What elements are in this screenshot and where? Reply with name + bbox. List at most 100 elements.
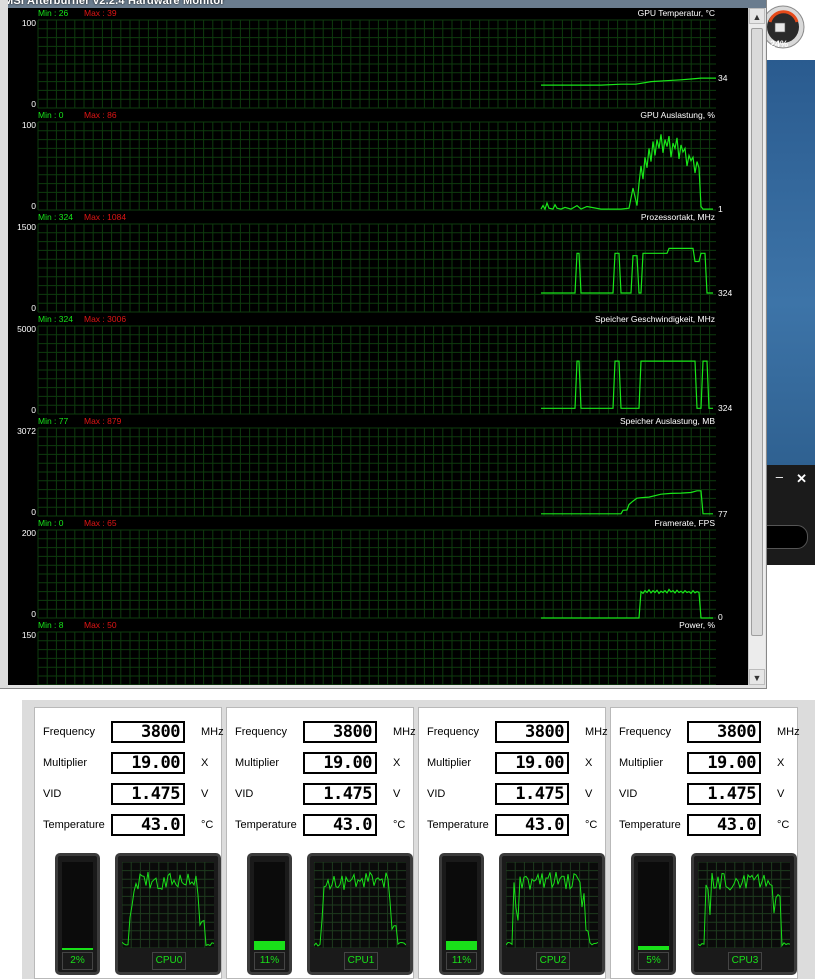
- background-button[interactable]: [766, 525, 808, 549]
- temperature-label: Temperature: [427, 819, 489, 831]
- scale-top-label: 5000: [17, 324, 36, 334]
- load-bar: 2%: [55, 853, 100, 975]
- panel-min-label: Min : 0: [38, 518, 64, 528]
- panel-plot: [37, 19, 716, 109]
- history-plot: [314, 862, 406, 948]
- frequency-label: Frequency: [619, 726, 671, 738]
- cpu-core-widget: Frequency 3800 MHz Multiplier 19.00 X VID 1.475…: [610, 707, 800, 979]
- vid-unit: V: [585, 788, 593, 800]
- scale-bottom-label: 0: [31, 201, 36, 211]
- load-percent: 11%: [254, 952, 285, 970]
- history-plot: [122, 862, 214, 948]
- temperature-value: 43.0: [303, 814, 377, 836]
- multiplier-value: 19.00: [303, 752, 377, 774]
- scrollbar-thumb[interactable]: [751, 28, 763, 636]
- cpu-core-widget: Frequency 3800 MHz Multiplier 19.00 X VID 1.475…: [418, 707, 608, 979]
- current-value-label: 324: [718, 287, 733, 298]
- load-bar: 11%: [439, 853, 484, 975]
- panel-max-label: Max : 879: [84, 416, 122, 426]
- panel-max-label: Max : 65: [84, 518, 117, 528]
- panel-max-label: Max : 86: [84, 110, 117, 120]
- panel-min-label: Min : 324: [38, 314, 73, 324]
- monitor-panel: Min : 0 Max : 65 Framerate, FPS 200 0 0: [8, 518, 748, 622]
- current-value-label: 34: [718, 73, 728, 84]
- scale-top-label: 100: [21, 120, 36, 130]
- frequency-value: 3800: [495, 721, 569, 743]
- panel-title: Framerate, FPS: [654, 518, 715, 528]
- panel-min-label: Min : 26: [38, 8, 69, 18]
- monitor-panel: Min : 77 Max : 879 Speicher Auslastung, MB…: [8, 416, 748, 519]
- vid-unit: V: [201, 788, 209, 800]
- multiplier-value: 19.00: [111, 752, 185, 774]
- load-bar-track: [446, 862, 477, 950]
- cpu-gauge-value: 24%: [769, 39, 788, 49]
- monitor-panel: Min : 8 Max : 50 Power, % 150: [8, 620, 748, 685]
- vid-value: 1.475: [495, 783, 569, 805]
- cpu-core-widget: Frequency 3800 MHz Multiplier 19.00 X VID 1.475…: [34, 707, 224, 979]
- multiplier-label: Multiplier: [235, 757, 280, 769]
- scale-top-label: 150: [21, 630, 36, 640]
- cpu-label: CPU0: [152, 952, 186, 970]
- scroll-down-button[interactable]: ▼: [749, 669, 765, 685]
- vid-label: VID: [235, 788, 254, 800]
- vertical-scrollbar[interactable]: ▲ ▼: [748, 8, 765, 685]
- scale-top-label: 100: [21, 18, 36, 28]
- frequency-label: Frequency: [235, 726, 287, 738]
- load-history-graph: CPU2: [499, 853, 605, 975]
- load-percent: 5%: [638, 952, 669, 970]
- scale-bottom-label: 0: [31, 99, 36, 109]
- afterburner-window: MSI Afterburner v2.2.4 Hardware Monitor …: [0, 0, 767, 689]
- frequency-unit: MHz: [201, 726, 224, 738]
- multiplier-unit: X: [777, 757, 785, 769]
- temperature-unit: °C: [201, 819, 214, 831]
- panel-min-label: Min : 8: [38, 620, 64, 630]
- window-frame: [0, 0, 8, 688]
- load-history-graph: CPU1: [307, 853, 413, 975]
- multiplier-unit: X: [201, 757, 209, 769]
- load-bar: 5%: [631, 853, 676, 975]
- panel-title: GPU Auslastung, %: [640, 110, 715, 120]
- vid-value: 1.475: [111, 783, 185, 805]
- frequency-unit: MHz: [585, 726, 608, 738]
- desktop-background: [766, 60, 815, 465]
- multiplier-label: Multiplier: [43, 757, 88, 769]
- load-history-graph: CPU3: [691, 853, 797, 975]
- close-icon[interactable]: ✕: [796, 471, 807, 487]
- history-plot: [506, 862, 598, 948]
- panel-min-label: Min : 0: [38, 110, 64, 120]
- frequency-unit: MHz: [777, 726, 800, 738]
- monitor-graph-area: Min : 26 Max : 39 GPU Temperatur, °C 100 0 34…: [8, 8, 748, 685]
- temperature-value: 43.0: [687, 814, 761, 836]
- panel-plot: [37, 223, 716, 313]
- scale-bottom-label: 0: [31, 405, 36, 415]
- temperature-label: Temperature: [235, 819, 297, 831]
- monitor-panel: Min : 324 Max : 3006 Speicher Geschwindigk…: [8, 314, 748, 416]
- panel-max-label: Max : 3006: [84, 314, 127, 324]
- scale-bottom-label: 0: [31, 303, 36, 313]
- load-bar-fill: [446, 941, 477, 950]
- scale-top-label: 3072: [17, 426, 36, 436]
- background-window: – ✕: [766, 465, 815, 565]
- scale-top-label: 200: [21, 528, 36, 538]
- panel-title: Power, %: [679, 620, 715, 630]
- load-bar-track: [62, 862, 93, 950]
- monitor-panel: Min : 0 Max : 86 GPU Auslastung, % 100 0 1: [8, 110, 748, 214]
- current-value-label: 324: [718, 403, 733, 414]
- minimize-icon[interactable]: –: [776, 469, 783, 484]
- load-percent: 11%: [446, 952, 477, 970]
- frequency-value: 3800: [687, 721, 761, 743]
- load-bar-track: [638, 862, 669, 950]
- vid-value: 1.475: [687, 783, 761, 805]
- frequency-label: Frequency: [43, 726, 95, 738]
- history-plot: [698, 862, 790, 948]
- frequency-label: Frequency: [427, 726, 479, 738]
- scroll-up-button[interactable]: ▲: [749, 8, 765, 24]
- monitor-panel: Min : 324 Max : 1084 Prozessortakt, MHz 150…: [8, 212, 748, 314]
- temperature-label: Temperature: [43, 819, 105, 831]
- vid-label: VID: [43, 788, 62, 800]
- temperature-value: 43.0: [111, 814, 185, 836]
- panel-min-label: Min : 324: [38, 212, 73, 222]
- panel-plot: [37, 325, 716, 415]
- load-bar: 11%: [247, 853, 292, 975]
- multiplier-label: Multiplier: [427, 757, 472, 769]
